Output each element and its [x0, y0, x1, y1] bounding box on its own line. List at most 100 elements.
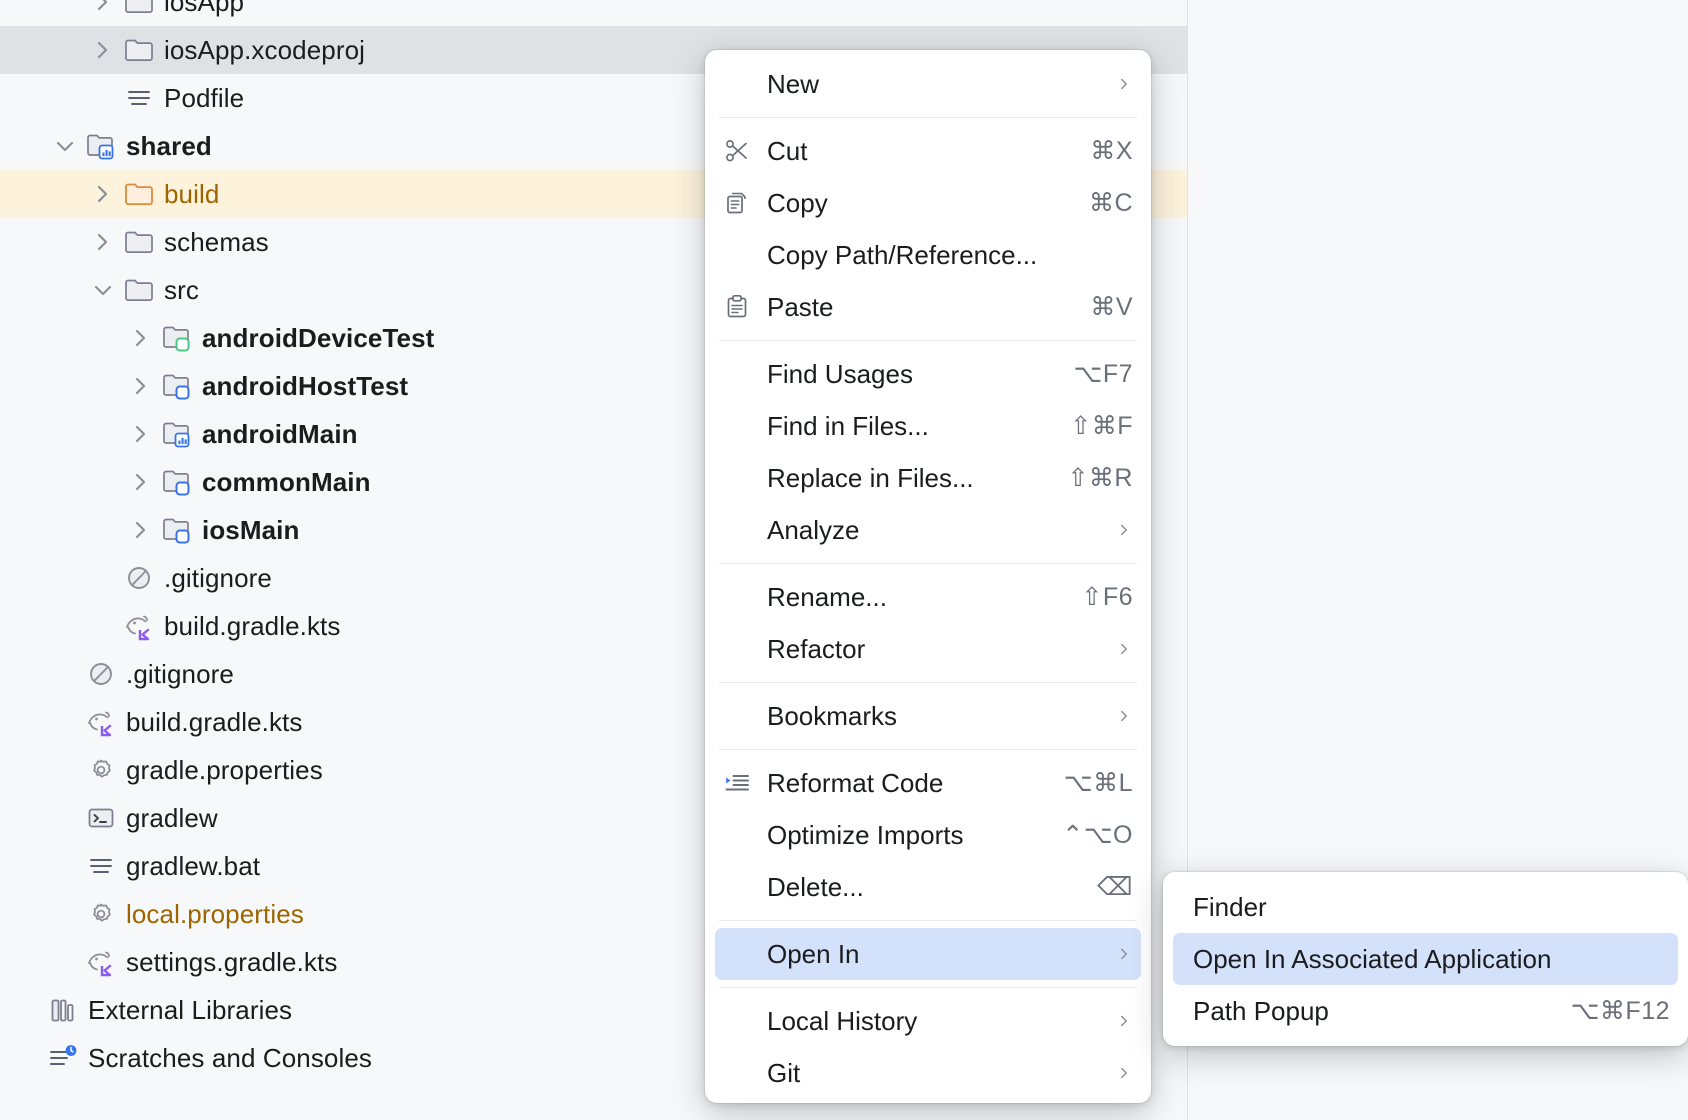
menu-separator	[719, 749, 1137, 750]
source-test-blue-icon	[160, 369, 194, 403]
chevron-right-icon	[1115, 942, 1141, 966]
chevron-right-icon[interactable]	[126, 419, 156, 449]
tree-indent	[0, 242, 88, 243]
submenu-item-finder[interactable]: Finder	[1173, 881, 1678, 933]
tree-row-label: build	[164, 181, 219, 207]
paste-icon	[719, 293, 755, 321]
tree-row-label: iosMain	[202, 517, 300, 543]
chevron-right-icon[interactable]	[88, 35, 118, 65]
tree-row-label: androidDeviceTest	[202, 325, 434, 351]
tree-twisty-placeholder	[50, 755, 80, 785]
chevron-down-icon[interactable]	[50, 131, 80, 161]
tree-row-label: build.gradle.kts	[126, 709, 302, 735]
menu-item-label: Git	[767, 1060, 1115, 1086]
menu-separator	[719, 117, 1137, 118]
tree-indent	[0, 1010, 12, 1011]
menu-item-shortcut: ⌘C	[1089, 191, 1141, 216]
menu-item-open-in[interactable]: Open In	[715, 928, 1141, 980]
open-in-submenu[interactable]: Finder Open In Associated Application Path…	[1163, 872, 1688, 1046]
menu-item-delete[interactable]: Delete...⌫	[715, 861, 1141, 913]
tree-indent	[0, 482, 126, 483]
menu-item-cut[interactable]: Cut⌘X	[715, 125, 1141, 177]
tree-row-label: androidMain	[202, 421, 358, 447]
menu-item-refactor[interactable]: Refactor	[715, 623, 1141, 675]
tree-row-label: settings.gradle.kts	[126, 949, 337, 975]
folder-icon	[122, 0, 156, 19]
tree-twisty-placeholder	[50, 803, 80, 833]
tree-indent	[0, 434, 126, 435]
menu-item-shortcut: ⌫	[1097, 875, 1141, 900]
menu-item-analyze[interactable]: Analyze	[715, 504, 1141, 556]
tree-indent	[0, 626, 88, 627]
tree-twisty-placeholder	[50, 851, 80, 881]
menu-separator	[719, 920, 1137, 921]
tree-twisty-placeholder	[50, 899, 80, 929]
menu-separator	[719, 987, 1137, 988]
menu-item-reformat-code[interactable]: Reformat Code⌥⌘L	[715, 757, 1141, 809]
menu-item-shortcut: ⌥⌘L	[1064, 771, 1141, 796]
chevron-right-icon[interactable]	[88, 0, 118, 17]
menu-item-find-usages[interactable]: Find Usages⌥F7	[715, 348, 1141, 400]
tree-twisty-placeholder	[88, 611, 118, 641]
menu-icon-placeholder	[719, 940, 755, 968]
submenu-item-open-in-associated-application[interactable]: Open In Associated Application	[1173, 933, 1678, 985]
scissors-icon	[719, 137, 755, 165]
tree-row-label: gradle.properties	[126, 757, 323, 783]
tree-row-label: androidHostTest	[202, 373, 408, 399]
tree-indent	[0, 98, 88, 99]
properties-icon	[84, 897, 118, 931]
menu-item-git[interactable]: Git	[715, 1047, 1141, 1099]
menu-item-label: Rename...	[767, 584, 1081, 610]
menu-icon-placeholder	[719, 241, 755, 269]
chevron-right-icon	[1115, 704, 1141, 728]
submenu-item-path-popup[interactable]: Path Popup⌥⌘F12	[1173, 985, 1678, 1037]
submenu-item-shortcut: ⌥⌘F12	[1571, 999, 1678, 1024]
copy-icon	[719, 189, 755, 217]
tree-twisty-placeholder	[12, 995, 42, 1025]
tree-row[interactable]: iosApp	[0, 0, 1188, 26]
scratches-icon	[46, 1041, 80, 1075]
menu-item-shortcut: ⇧⌘R	[1067, 466, 1141, 491]
menu-item-bookmarks[interactable]: Bookmarks	[715, 690, 1141, 742]
menu-item-local-history[interactable]: Local History	[715, 995, 1141, 1047]
menu-item-label: Copy Path/Reference...	[767, 242, 1141, 268]
menu-icon-placeholder	[719, 702, 755, 730]
chevron-down-icon[interactable]	[88, 275, 118, 305]
menu-item-shortcut: ⇧⌘F	[1070, 414, 1141, 439]
menu-item-optimize-imports[interactable]: Optimize Imports⌃⌥O	[715, 809, 1141, 861]
tree-twisty-placeholder	[88, 83, 118, 113]
menu-item-find-in-files[interactable]: Find in Files...⇧⌘F	[715, 400, 1141, 452]
menu-icon-placeholder	[719, 1059, 755, 1087]
menu-item-copy-path-reference[interactable]: Copy Path/Reference...	[715, 229, 1141, 281]
menu-item-paste[interactable]: Paste⌘V	[715, 281, 1141, 333]
tree-row-label: gradlew	[126, 805, 218, 831]
chevron-right-icon[interactable]	[88, 179, 118, 209]
chevron-right-icon[interactable]	[126, 467, 156, 497]
tree-indent	[0, 146, 50, 147]
menu-item-copy[interactable]: Copy⌘C	[715, 177, 1141, 229]
menu-icon-placeholder	[719, 1007, 755, 1035]
menu-item-shortcut: ⌘V	[1090, 295, 1141, 320]
menu-item-label: Cut	[767, 138, 1090, 164]
chevron-right-icon	[1115, 518, 1141, 542]
menu-item-replace-in-files[interactable]: Replace in Files...⇧⌘R	[715, 452, 1141, 504]
menu-item-label: Paste	[767, 294, 1090, 320]
menu-item-rename[interactable]: Rename...⇧F6	[715, 571, 1141, 623]
menu-separator	[719, 682, 1137, 683]
chevron-right-icon[interactable]	[126, 323, 156, 353]
menu-icon-placeholder	[719, 360, 755, 388]
tree-row-label: iosApp	[164, 0, 244, 15]
tree-row-label: commonMain	[202, 469, 371, 495]
ide-window: iosAppiosApp.xcodeprojPodfilesharedbuild…	[0, 0, 1688, 1120]
submenu-item-label: Open In Associated Application	[1193, 946, 1678, 972]
menu-icon-placeholder	[719, 873, 755, 901]
tree-twisty-placeholder	[88, 563, 118, 593]
menu-item-shortcut: ⇧F6	[1081, 585, 1141, 610]
chevron-right-icon[interactable]	[88, 227, 118, 257]
gradle-kts-icon	[84, 705, 118, 739]
chevron-right-icon[interactable]	[126, 371, 156, 401]
context-menu[interactable]: New Cut⌘XCopy⌘C Copy Path/Reference... Past…	[705, 50, 1151, 1103]
source-test-blue-icon	[160, 465, 194, 499]
menu-item-new[interactable]: New	[715, 58, 1141, 110]
chevron-right-icon[interactable]	[126, 515, 156, 545]
